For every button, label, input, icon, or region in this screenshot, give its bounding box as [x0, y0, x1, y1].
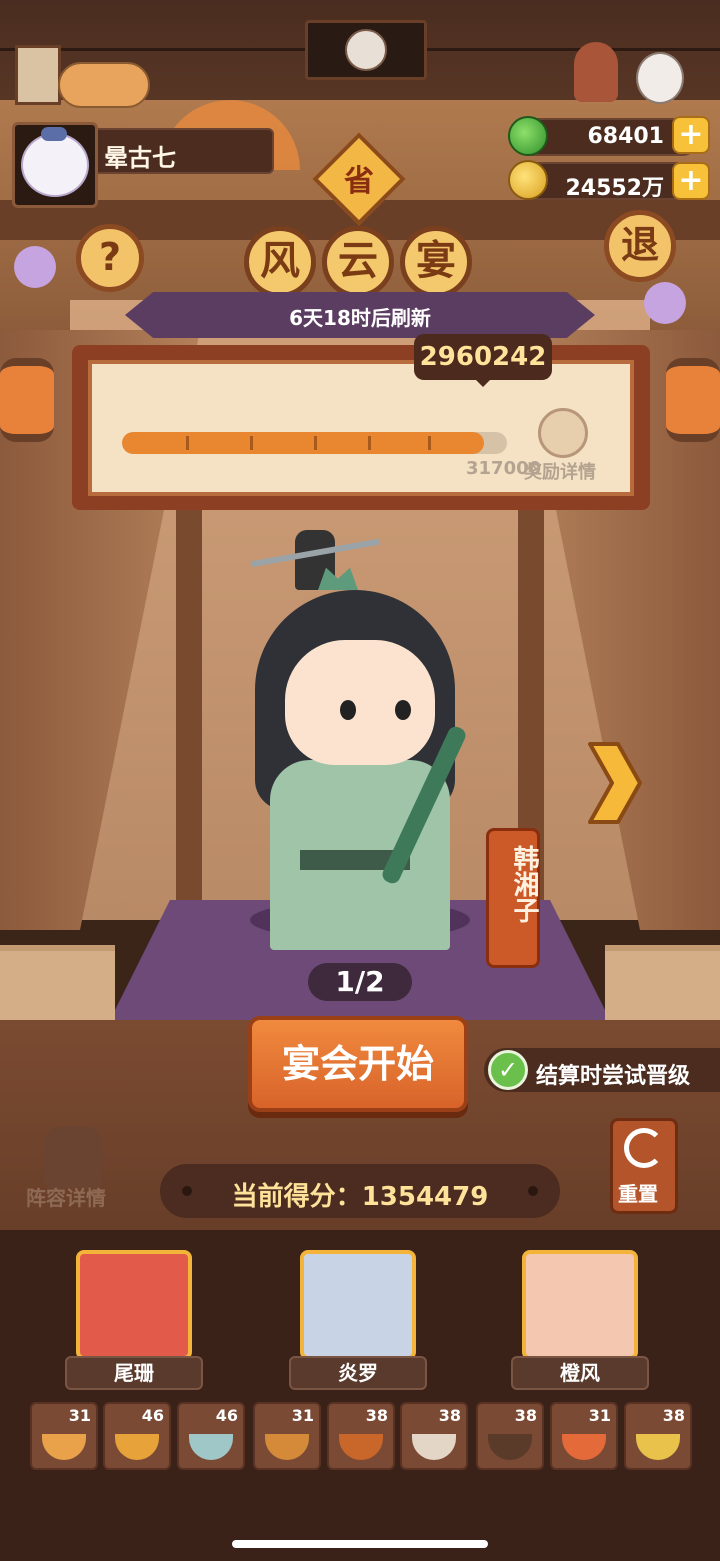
title-char-1: 风: [244, 226, 316, 298]
progress-score-bubble: 2960242: [414, 334, 552, 387]
character-eye-right: [395, 700, 411, 720]
dish-image: [189, 1434, 233, 1460]
white-cat-decoration: [636, 52, 684, 104]
dish-level: 46: [141, 1406, 164, 1425]
help-icon: ?: [98, 235, 122, 279]
dish-slot[interactable]: 38: [327, 1402, 395, 1470]
lantern-left: [0, 358, 54, 442]
dish-image: [562, 1434, 606, 1460]
top-banner: [305, 20, 427, 80]
dish-level: 38: [365, 1406, 388, 1425]
current-score-label: 当前得分：: [231, 1182, 362, 1212]
add-jade-button[interactable]: +: [672, 116, 710, 154]
dish-image: [488, 1434, 532, 1460]
player-name: 晕古七: [104, 144, 176, 172]
province-badge-text: 省: [344, 164, 374, 199]
dish-slot[interactable]: 38: [624, 1402, 692, 1470]
dish-image: [42, 1434, 86, 1460]
character-page-indicator: 1/2: [308, 963, 412, 1001]
reward-details-link[interactable]: 奖励详情: [524, 458, 596, 484]
current-score-value: 1354479: [361, 1182, 489, 1212]
start-banquet-button[interactable]: 宴会开始: [248, 1016, 468, 1112]
hero-name-2: 炎罗: [289, 1356, 427, 1390]
dish-slot[interactable]: 31: [550, 1402, 618, 1470]
progress-bar: [122, 432, 507, 454]
flower-decoration-left: [14, 246, 56, 288]
progress-tick: [368, 436, 371, 450]
dish-level: 38: [514, 1406, 537, 1425]
flower-decoration-right: [644, 282, 686, 324]
dish-slot[interactable]: 38: [476, 1402, 544, 1470]
refresh-icon: [624, 1128, 664, 1168]
lineup-info-icon[interactable]: [44, 1126, 102, 1188]
character-name: 韩湘子: [509, 845, 539, 923]
upgrade-label: 结算时尝试晋级: [536, 1064, 691, 1089]
character-eye-left: [340, 700, 356, 720]
lantern-right: [666, 358, 720, 442]
avatar[interactable]: [12, 122, 98, 208]
hero-portrait-2[interactable]: [300, 1250, 416, 1360]
dish-level: 31: [588, 1406, 611, 1425]
hero-portrait-1[interactable]: [76, 1250, 192, 1360]
dish-slot[interactable]: 31: [30, 1402, 98, 1470]
paw-scroll-decoration: [15, 45, 61, 105]
hero-portrait-3[interactable]: [522, 1250, 638, 1360]
add-coin-button[interactable]: +: [672, 162, 710, 200]
dish-slot[interactable]: 46: [177, 1402, 245, 1470]
banner-portrait: [345, 29, 387, 71]
avatar-image: [21, 127, 89, 197]
jade-amount: 68401: [587, 124, 664, 149]
help-button[interactable]: ?: [76, 224, 144, 292]
dish-image: [115, 1434, 159, 1460]
progress-tick: [314, 436, 317, 450]
hero-name-3: 橙风: [511, 1356, 649, 1390]
dish-slot[interactable]: 46: [103, 1402, 171, 1470]
coin-amount: 24552万: [565, 176, 664, 201]
dish-level: 46: [215, 1406, 238, 1425]
dish-image: [265, 1434, 309, 1460]
dish-level: 31: [68, 1406, 91, 1425]
lineup-details-button[interactable]: 阵容详情: [26, 1182, 106, 1211]
dish-image: [412, 1434, 456, 1460]
dish-image: [339, 1434, 383, 1460]
title-char-3: 宴: [400, 226, 472, 298]
dish-slot[interactable]: 38: [400, 1402, 468, 1470]
current-score: 当前得分：1354479: [160, 1176, 560, 1213]
girl-decoration: [574, 42, 618, 102]
dish-level: 31: [291, 1406, 314, 1425]
progress-tick: [428, 436, 431, 450]
exit-button[interactable]: 退: [604, 210, 676, 282]
dish-level: 38: [438, 1406, 461, 1425]
progress-tick: [186, 436, 189, 450]
exit-label: 退: [620, 223, 659, 267]
progress-tick: [250, 436, 253, 450]
character-face: [285, 640, 435, 765]
hero-name-1: 尾珊: [65, 1356, 203, 1390]
title-char-2: 云: [322, 226, 394, 298]
dish-slot[interactable]: 31: [253, 1402, 321, 1470]
dish-image: [636, 1434, 680, 1460]
reward-chest-icon[interactable]: [538, 408, 588, 458]
reset-label: 重置: [618, 1182, 658, 1206]
stage-pillar-left: [176, 500, 202, 920]
next-character-arrow-icon[interactable]: [584, 740, 642, 826]
sleeping-cat-decoration: [58, 62, 150, 108]
refresh-timer: 6天18时后刷新: [289, 306, 431, 330]
home-indicator[interactable]: [232, 1540, 488, 1548]
dish-level: 38: [662, 1406, 685, 1425]
upgrade-checkbox[interactable]: ✓: [488, 1050, 528, 1090]
